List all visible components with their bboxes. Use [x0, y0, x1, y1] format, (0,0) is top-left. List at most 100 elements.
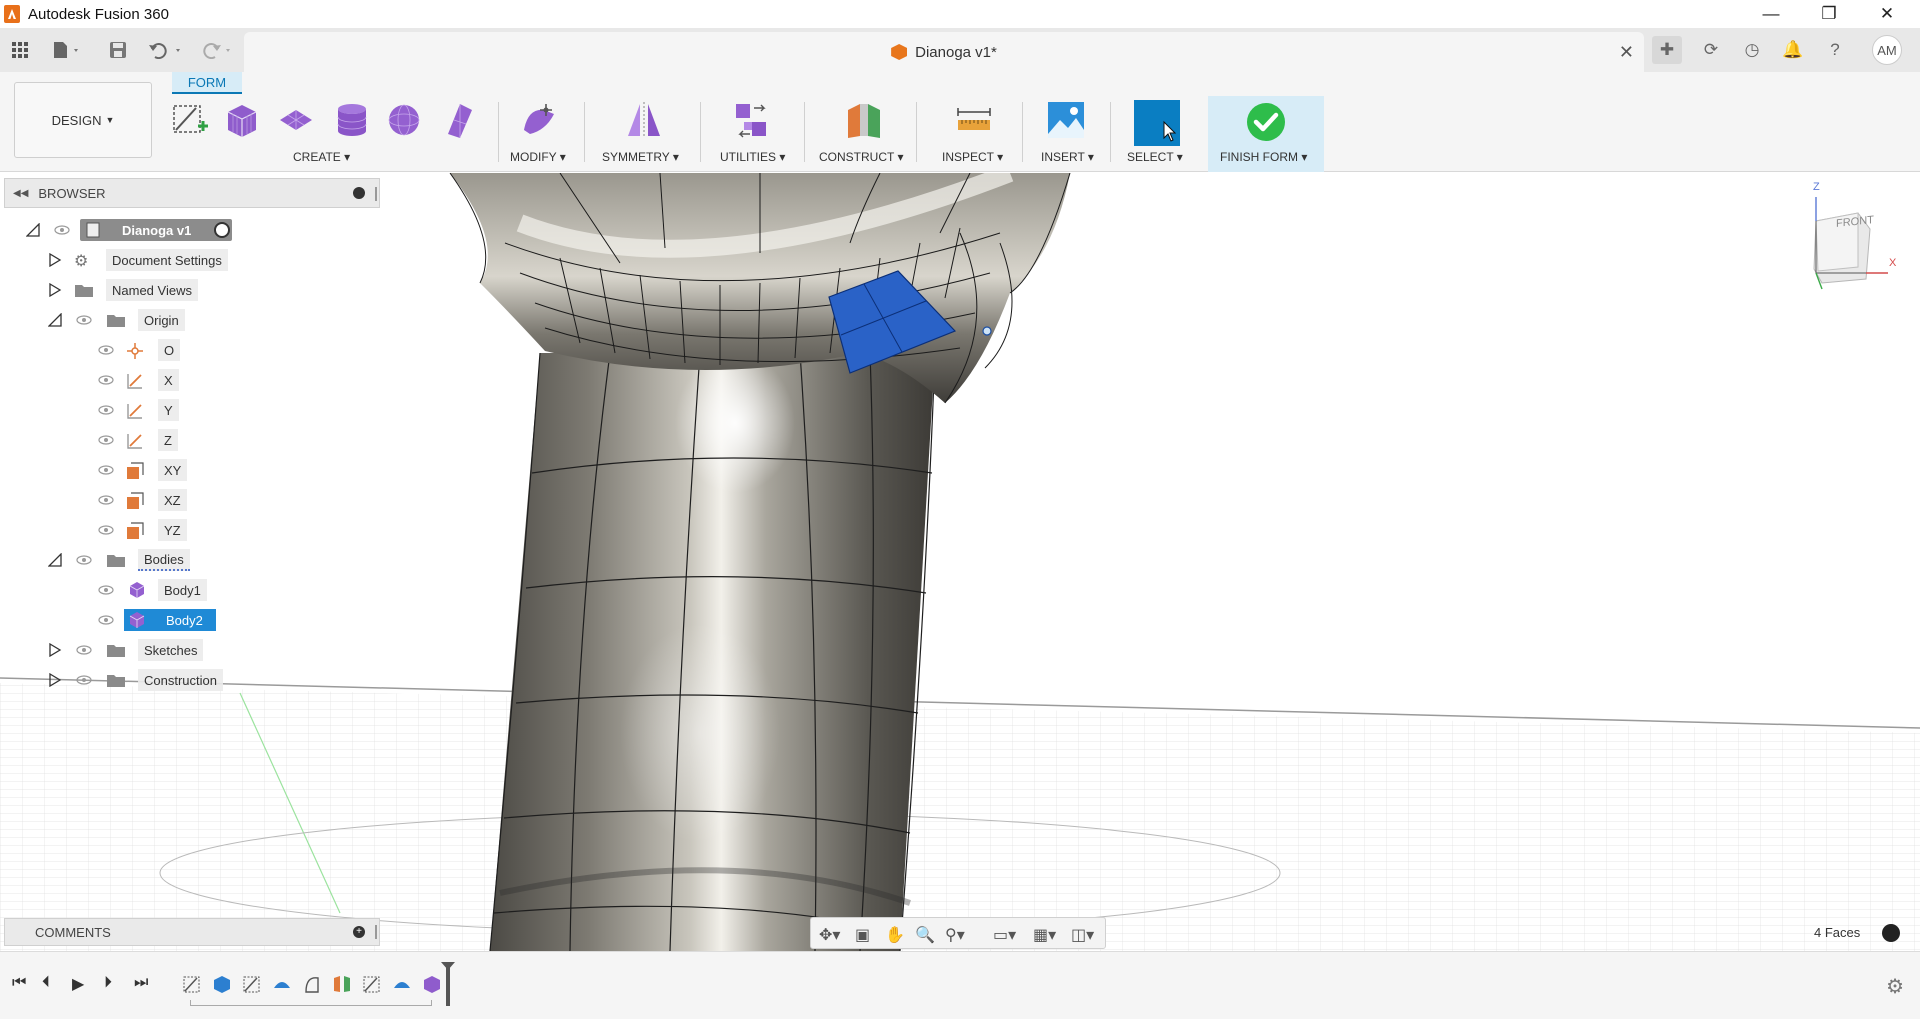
visibility-eye-icon[interactable]	[98, 495, 114, 505]
visibility-eye-icon[interactable]	[98, 525, 114, 535]
collapse-triangle-icon[interactable]	[48, 553, 62, 567]
document-tab[interactable]: Dianoga v1* ✕	[244, 32, 1644, 72]
add-comment-icon[interactable]: +	[353, 926, 365, 938]
tree-item-yz-plane[interactable]: YZ	[96, 517, 196, 543]
comments-panel[interactable]: COMMENTS +	[4, 918, 380, 946]
timeline-plane-icon[interactable]	[332, 974, 352, 994]
tree-item-z-axis[interactable]: Z	[96, 427, 196, 453]
go-to-end-icon[interactable]: ⏭	[134, 974, 148, 992]
extensions-icon[interactable]: ⟳	[1696, 36, 1726, 64]
orbit-icon[interactable]: ✥▾	[819, 925, 840, 945]
symmetry-icon[interactable]	[624, 100, 664, 140]
timeline-settings-gear-icon[interactable]: ⚙	[1886, 974, 1904, 999]
notifications-bell-icon[interactable]: 🔔	[1778, 36, 1808, 64]
visibility-eye-icon[interactable]	[98, 405, 114, 415]
expand-triangle-icon[interactable]	[48, 643, 62, 657]
panel-resize-handle[interactable]	[375, 925, 377, 939]
tree-item-document-settings[interactable]: ⚙ Document Settings	[46, 247, 246, 273]
pan-hand-icon[interactable]: ✋	[885, 925, 905, 945]
expand-triangle-icon[interactable]	[48, 673, 62, 687]
redo-icon[interactable]	[196, 36, 236, 64]
job-status-clock-icon[interactable]: ◷	[1737, 36, 1767, 64]
visibility-eye-icon[interactable]	[98, 465, 114, 475]
panel-resize-handle[interactable]	[375, 187, 377, 201]
display-settings-icon[interactable]: ▭▾	[993, 925, 1016, 945]
play-icon[interactable]: ▶	[72, 974, 84, 994]
construct-menu[interactable]: CONSTRUCT ▾	[819, 150, 903, 164]
workspace-switcher-button[interactable]: DESIGN ▼	[14, 82, 152, 158]
apps-grid-icon[interactable]	[8, 36, 32, 64]
select-tool-button[interactable]	[1134, 100, 1180, 146]
utilities-menu[interactable]: UTILITIES ▾	[720, 150, 785, 164]
user-avatar[interactable]: AM	[1872, 35, 1902, 65]
file-menu-icon[interactable]	[48, 36, 86, 64]
timeline-sketch-icon[interactable]	[362, 974, 382, 994]
visibility-eye-icon[interactable]	[76, 675, 92, 685]
timeline-revolve-icon[interactable]	[302, 974, 322, 994]
selection-filter-icon[interactable]	[1882, 924, 1900, 942]
timeline-sketch-icon[interactable]	[182, 974, 202, 994]
undo-icon[interactable]	[146, 36, 186, 64]
create-plane-icon[interactable]	[276, 100, 316, 140]
modify-edit-form-icon[interactable]	[520, 100, 560, 140]
timeline-marker-head[interactable]	[441, 962, 455, 970]
inspect-menu[interactable]: INSPECT ▾	[942, 150, 1003, 164]
new-tab-plus-icon[interactable]: ✚	[1652, 36, 1682, 64]
tree-item-y-axis[interactable]: Y	[96, 397, 196, 423]
go-to-start-icon[interactable]: ⏮	[12, 974, 26, 992]
visibility-eye-icon[interactable]	[98, 375, 114, 385]
timeline-sketch-icon[interactable]	[242, 974, 262, 994]
browser-header[interactable]: ◀◀ BROWSER	[4, 178, 380, 208]
visibility-eye-icon[interactable]	[54, 225, 70, 235]
step-forward-icon[interactable]: ⏵	[104, 974, 112, 992]
create-sphere-icon[interactable]	[384, 100, 424, 140]
insert-menu[interactable]: INSERT ▾	[1041, 150, 1094, 164]
visibility-eye-icon[interactable]	[98, 585, 114, 595]
expand-triangle-icon[interactable]	[48, 253, 62, 267]
tree-item-x-axis[interactable]: X	[96, 367, 196, 393]
tree-item-origin-point[interactable]: O	[96, 337, 196, 363]
timeline-form-icon[interactable]	[422, 974, 442, 994]
look-at-icon[interactable]: ▣	[855, 925, 870, 945]
close-window-button[interactable]: ✕	[1858, 0, 1916, 28]
visibility-eye-icon[interactable]	[76, 645, 92, 655]
tree-root-row[interactable]: Dianoga v1	[24, 217, 284, 243]
step-back-icon[interactable]: ⏴	[42, 974, 50, 992]
inspect-measure-icon[interactable]	[954, 100, 994, 140]
viewports-icon[interactable]: ◫▾	[1071, 925, 1094, 945]
finish-form-menu[interactable]: FINISH FORM ▾	[1220, 150, 1307, 164]
collapse-triangle-icon[interactable]	[26, 223, 40, 237]
minimize-panel-icon[interactable]	[353, 187, 365, 199]
timeline-form-icon[interactable]	[212, 974, 232, 994]
expand-triangle-icon[interactable]	[48, 283, 62, 297]
grid-settings-icon[interactable]: ▦▾	[1033, 925, 1056, 945]
utilities-convert-icon[interactable]	[732, 100, 772, 140]
create-menu[interactable]: CREATE ▾	[293, 150, 350, 164]
finish-form-button[interactable]: FINISH FORM ▾	[1208, 96, 1324, 172]
tree-item-origin[interactable]: Origin	[46, 307, 246, 333]
insert-canvas-icon[interactable]	[1046, 100, 1086, 140]
create-cylinder-icon[interactable]	[332, 100, 372, 140]
tree-item-named-views[interactable]: Named Views	[46, 277, 246, 303]
visibility-eye-icon[interactable]	[76, 555, 92, 565]
help-icon[interactable]: ?	[1820, 36, 1850, 64]
select-menu[interactable]: SELECT ▾	[1127, 150, 1183, 164]
symmetry-menu[interactable]: SYMMETRY ▾	[602, 150, 679, 164]
timeline-extrude-icon[interactable]	[272, 974, 292, 994]
modify-menu[interactable]: MODIFY ▾	[510, 150, 566, 164]
save-icon[interactable]	[106, 36, 130, 64]
visibility-eye-icon[interactable]	[98, 615, 114, 625]
visibility-eye-icon[interactable]	[76, 315, 92, 325]
tree-item-body2[interactable]: Body2	[96, 607, 226, 633]
collapse-triangle-icon[interactable]	[48, 313, 62, 327]
tree-item-xz-plane[interactable]: XZ	[96, 487, 196, 513]
tree-item-construction[interactable]: Construction	[46, 667, 246, 693]
tree-item-sketches[interactable]: Sketches	[46, 637, 246, 663]
zoom-icon[interactable]: 🔍	[915, 925, 935, 945]
timeline-extrude-icon[interactable]	[392, 974, 412, 994]
timeline-marker[interactable]	[446, 966, 450, 1006]
collapse-panel-icon[interactable]: ◀◀	[13, 188, 28, 199]
tree-item-xy-plane[interactable]: XY	[96, 457, 196, 483]
close-tab-button[interactable]: ✕	[1619, 42, 1634, 63]
create-box-icon[interactable]	[222, 100, 262, 140]
